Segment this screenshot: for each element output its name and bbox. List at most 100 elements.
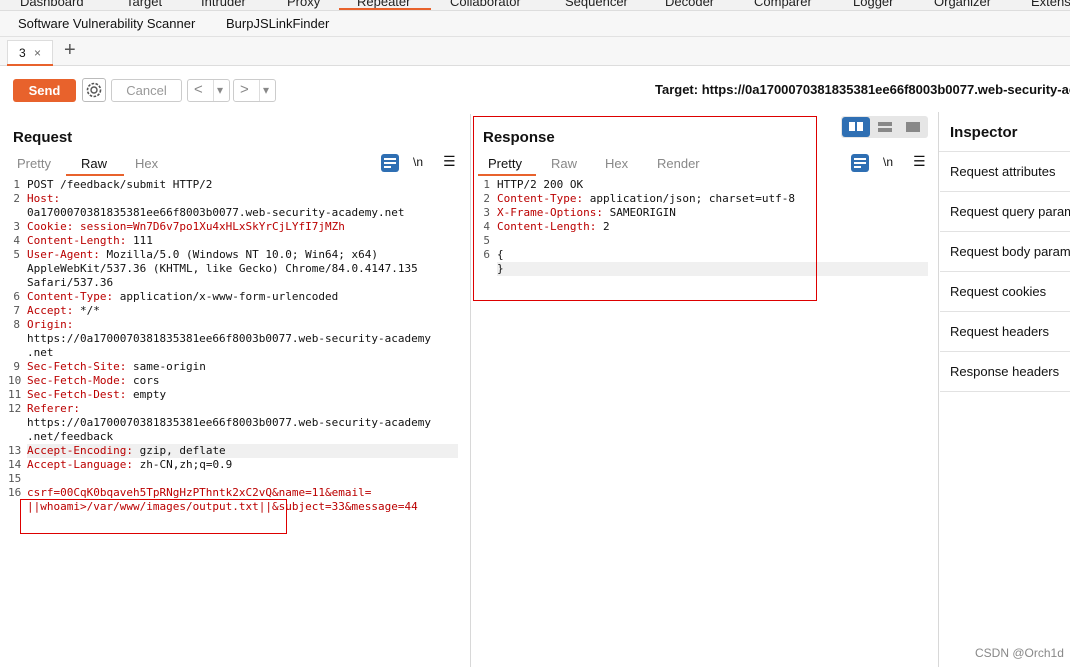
tabbed-view-icon[interactable]	[899, 117, 927, 137]
header-value: Mozilla/5.0 (Windows NT 10.0; Win64; x64…	[99, 248, 379, 261]
forward-button[interactable]: > ▾	[233, 79, 276, 102]
code-line[interactable]: Origin:	[27, 318, 73, 332]
header-value: 111	[126, 234, 153, 247]
request-tab-pretty[interactable]: Pretty	[17, 156, 51, 171]
line-number: 9	[13, 360, 20, 373]
inspector-item-label: Request headers	[950, 324, 1050, 339]
header-name: Content-Type:	[27, 290, 114, 303]
tab-organizer[interactable]: Organizer	[934, 0, 991, 9]
tab-comparer[interactable]: Comparer	[754, 0, 812, 9]
line-number: 11	[8, 388, 22, 401]
code-line[interactable]: csrf=00CqK0bqaveh5TpRNgHzPThntk2xC2vQ&na…	[27, 486, 371, 500]
menu-icon[interactable]: ☰	[443, 153, 456, 170]
code-line[interactable]: POST /feedback/submit HTTP/2	[27, 178, 212, 192]
header-name: Accept-Encoding:	[27, 444, 133, 457]
inspector-title: Inspector	[950, 124, 1018, 141]
code-line[interactable]: AppleWebKit/537.36 (KHTML, like Gecko) C…	[27, 262, 418, 276]
newline-toggle-icon[interactable]: \n	[883, 155, 893, 169]
inspector-item-label: Response headers	[950, 364, 1060, 379]
code-line[interactable]: Content-Type: application/x-www-form-url…	[27, 290, 338, 304]
tab-target[interactable]: Target	[126, 0, 162, 9]
panel-divider[interactable]	[470, 114, 471, 667]
code-line[interactable]: User-Agent: Mozilla/5.0 (Windows NT 10.0…	[27, 248, 378, 262]
code-line[interactable]: Content-Length: 111	[27, 234, 153, 248]
code-line[interactable]: https://0a1700070381835381ee66f8003b0077…	[27, 332, 431, 346]
inspector-divider[interactable]	[938, 112, 939, 667]
repeater-tab-3[interactable]: 3 ×	[7, 40, 53, 64]
send-button[interactable]: Send	[13, 79, 76, 102]
close-icon[interactable]: ×	[34, 46, 41, 60]
header-name: Host:	[27, 192, 61, 205]
code-line[interactable]: .net/feedback	[27, 430, 113, 444]
split-vertical-icon[interactable]	[871, 117, 899, 137]
header-value: */*	[73, 304, 100, 317]
tab-extensions[interactable]: Extens	[1031, 0, 1070, 9]
line-number: 7	[13, 304, 20, 317]
code-line[interactable]: Accept: */*	[27, 304, 100, 318]
header-value: application/x-www-form-urlencoded	[113, 290, 339, 303]
request-title: Request	[13, 129, 73, 146]
header-name: Origin:	[27, 318, 74, 331]
top-tab-bar: Dashboard Target Intruder Proxy Repeater…	[0, 0, 1070, 11]
layout-toggle	[841, 116, 928, 138]
wrap-lines-icon[interactable]	[851, 154, 869, 172]
code-line[interactable]: Accept-Encoding: gzip, deflate	[27, 444, 226, 458]
line-number: 16	[8, 486, 22, 499]
tab-decoder[interactable]: Decoder	[665, 0, 714, 9]
menu-icon[interactable]: ☰	[913, 153, 926, 170]
code-line[interactable]: Cookie: session=Wn7D6v7po1Xu4xHLxSkYrCjL…	[27, 220, 345, 234]
tab-dashboard[interactable]: Dashboard	[20, 0, 84, 9]
inspector-request-body-params[interactable]: Request body param	[940, 232, 1070, 272]
active-subtab-indicator	[66, 174, 124, 176]
code-line[interactable]: Sec-Fetch-Dest: empty	[27, 388, 166, 402]
chevron-down-icon[interactable]: ▾	[263, 83, 269, 97]
code-line[interactable]: Sec-Fetch-Mode: cors	[27, 374, 159, 388]
code-line[interactable]: https://0a1700070381835381ee66f8003b0077…	[27, 416, 431, 430]
inspector-request-headers[interactable]: Request headers	[940, 312, 1070, 352]
chevron-down-icon[interactable]: ▾	[217, 83, 223, 97]
newline-toggle-icon[interactable]: \n	[413, 155, 423, 169]
target-url[interactable]: Target: https://0a1700070381835381ee66f8…	[655, 82, 1070, 97]
line-number: 6	[13, 290, 20, 303]
line-number: 2	[13, 192, 20, 205]
watermark: CSDN @Orch1d	[975, 646, 1064, 660]
header-name: Content-Length:	[27, 234, 127, 247]
inspector-header: Inspector	[939, 112, 1070, 152]
add-tab-icon[interactable]: +	[64, 39, 76, 62]
code-line[interactable]: 0a1700070381835381ee66f8003b0077.web-sec…	[27, 206, 405, 220]
tab-proxy[interactable]: Proxy	[287, 0, 320, 9]
request-editor[interactable]: 1 POST /feedback/submit HTTP/2 2 Host: 0a170…	[5, 178, 465, 518]
repeater-tab-label: 3	[19, 46, 26, 60]
tab-software-vulnerability-scanner[interactable]: Software Vulnerability Scanner	[18, 16, 195, 31]
gear-icon[interactable]	[82, 78, 106, 102]
split-horizontal-icon[interactable]	[842, 117, 870, 137]
code-line[interactable]: Referer:	[27, 402, 80, 416]
header-value: same-origin	[126, 360, 206, 373]
inspector-request-cookies[interactable]: Request cookies	[940, 272, 1070, 312]
extension-tab-bar: Software Vulnerability Scanner BurpJSLin…	[0, 11, 1070, 37]
wrap-lines-icon[interactable]	[381, 154, 399, 172]
code-line[interactable]: Host:	[27, 192, 60, 206]
request-tab-raw[interactable]: Raw	[81, 156, 107, 171]
code-line[interactable]: .net	[27, 346, 54, 360]
tab-burpjslinkfinder[interactable]: BurpJSLinkFinder	[226, 16, 329, 31]
inspector-request-attributes[interactable]: Request attributes	[940, 152, 1070, 192]
payload-annotation-box	[20, 499, 287, 534]
tab-intruder[interactable]: Intruder	[201, 0, 246, 9]
request-tab-hex[interactable]: Hex	[135, 156, 158, 171]
header-value	[73, 220, 80, 233]
code-line[interactable]: Sec-Fetch-Site: same-origin	[27, 360, 206, 374]
tab-collaborator[interactable]: Collaborator	[450, 0, 521, 9]
back-button[interactable]: < ▾	[187, 79, 230, 102]
tab-sequencer[interactable]: Sequencer	[565, 0, 628, 9]
inspector-response-headers[interactable]: Response headers	[940, 352, 1070, 392]
cancel-button[interactable]: Cancel	[111, 79, 182, 102]
header-name: Accept-Language:	[27, 458, 133, 471]
tab-logger[interactable]: Logger	[853, 0, 893, 9]
code-line[interactable]: Safari/537.36	[27, 276, 113, 290]
inspector-request-query-params[interactable]: Request query param	[940, 192, 1070, 232]
header-name: Accept:	[27, 304, 74, 317]
code-line[interactable]: Accept-Language: zh-CN,zh;q=0.9	[27, 458, 232, 472]
header-value: cors	[126, 374, 160, 387]
inspector-item-label: Request body param	[950, 244, 1070, 259]
